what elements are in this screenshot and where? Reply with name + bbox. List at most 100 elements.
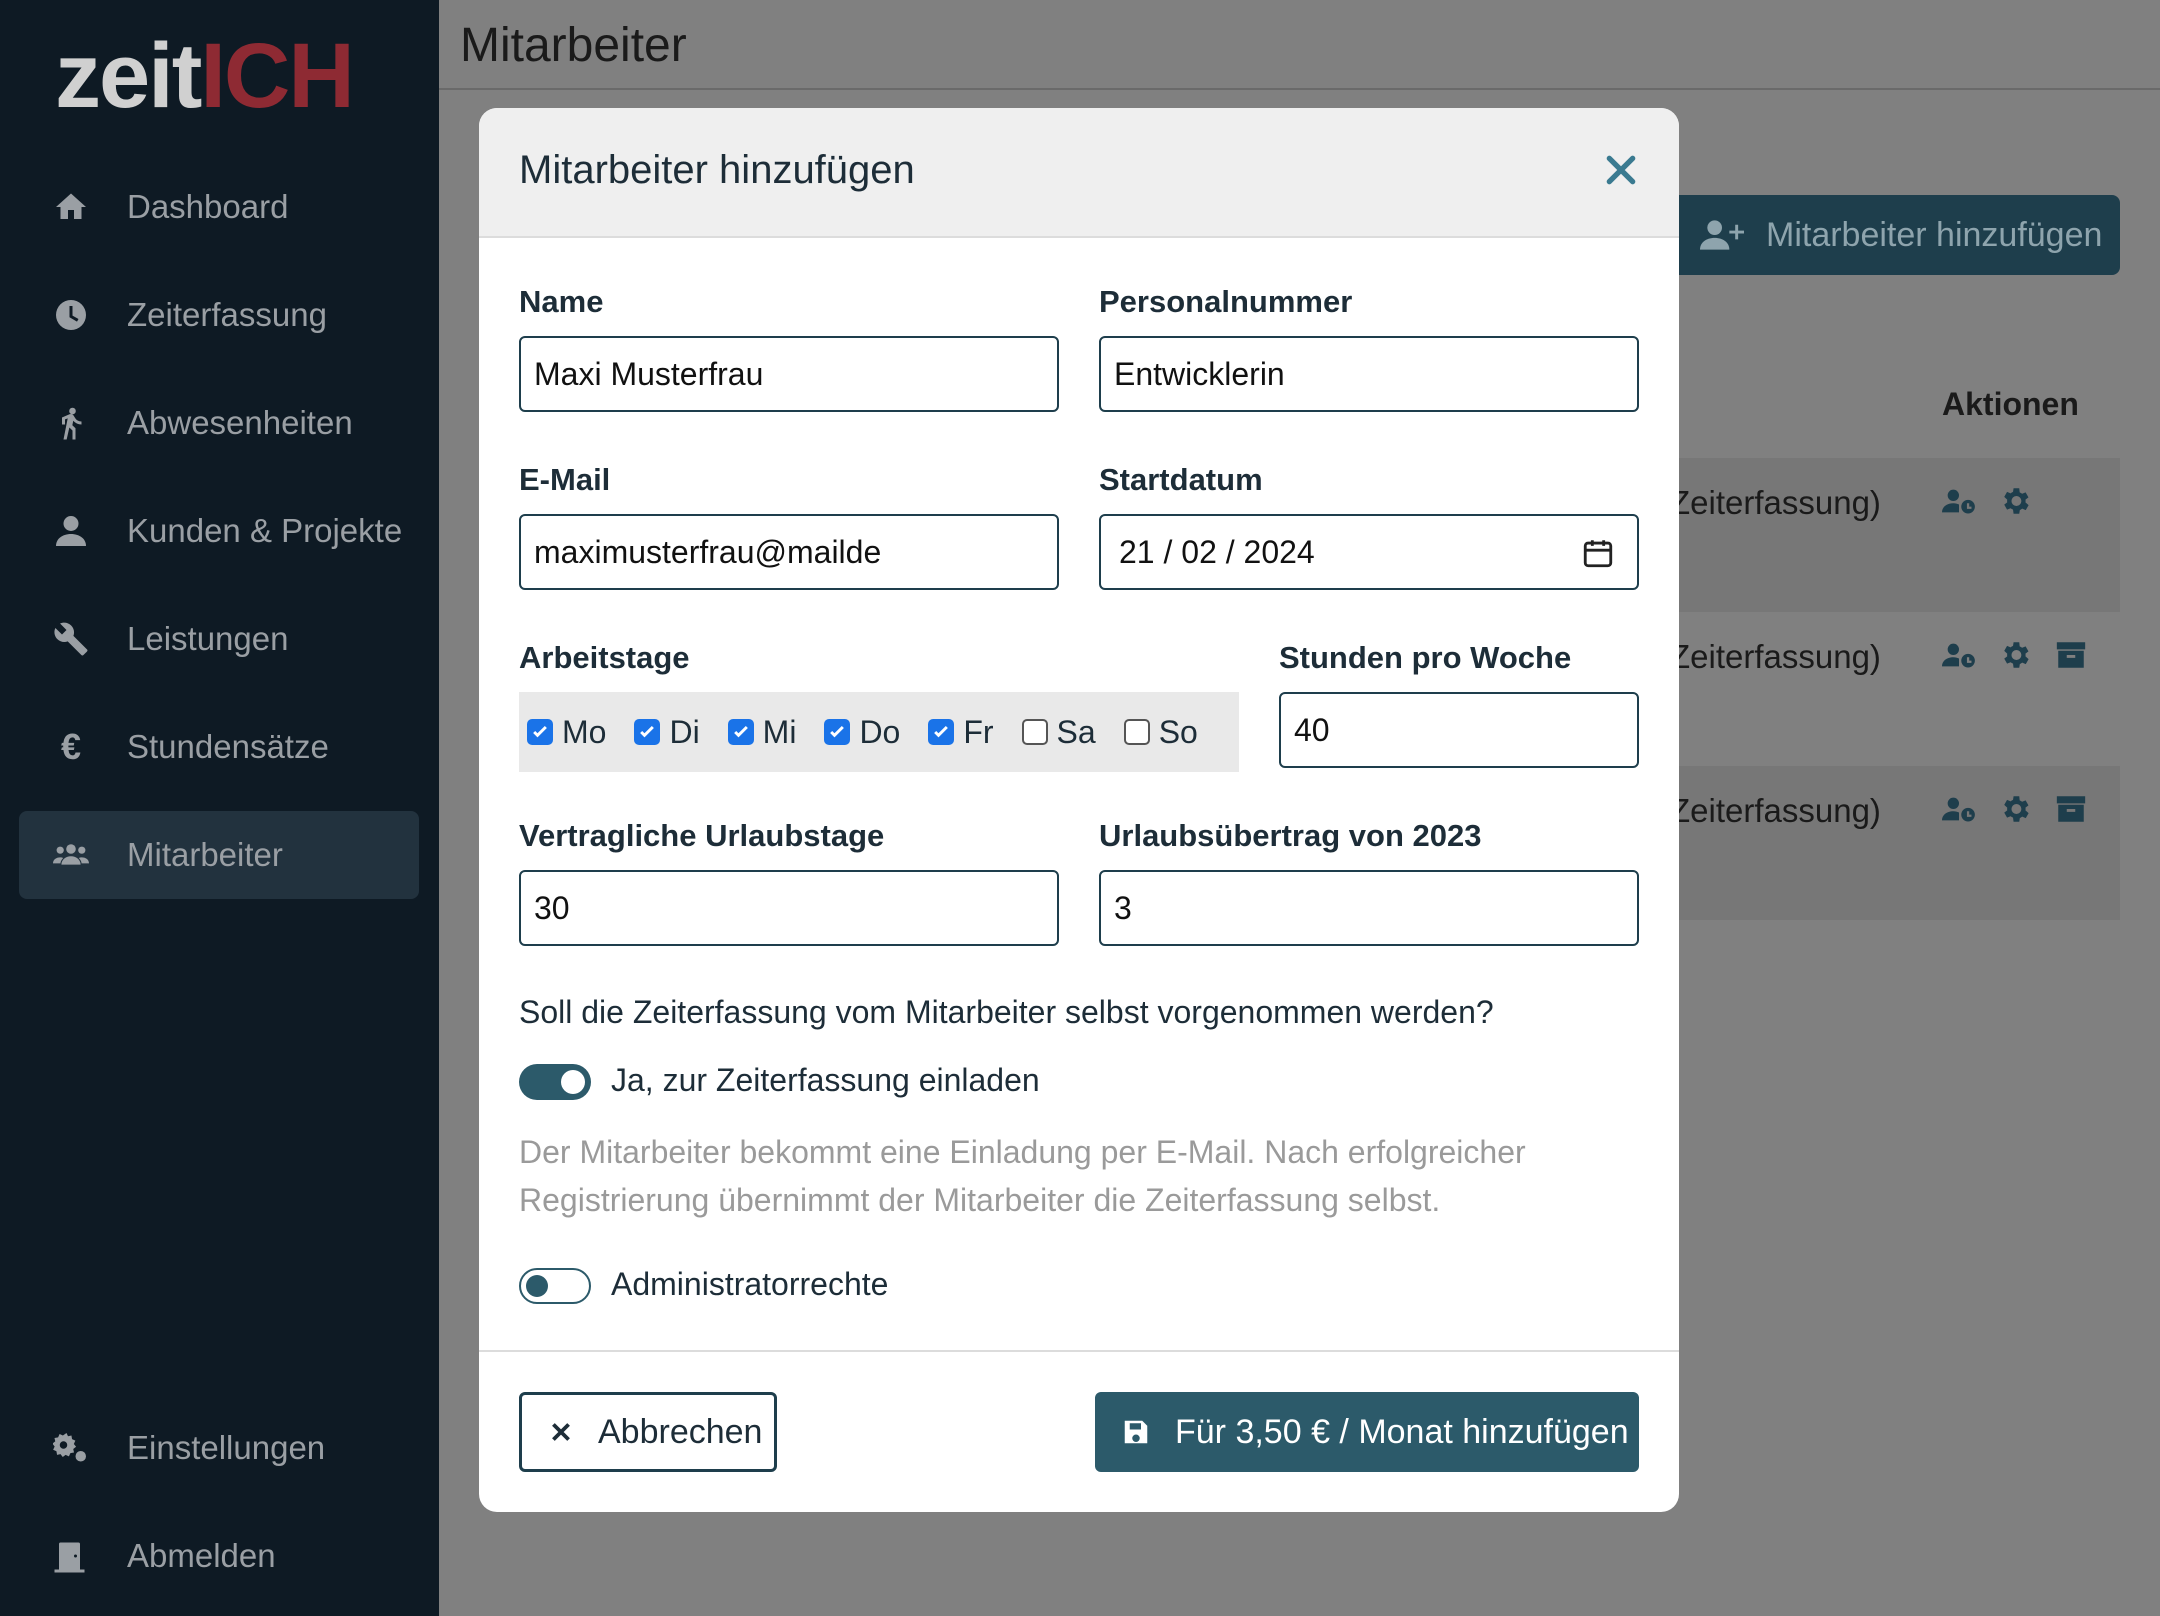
arbeitstage-label: Arbeitstage xyxy=(519,640,690,675)
euro-icon: € xyxy=(60,726,82,767)
checkbox-unchecked[interactable] xyxy=(1123,719,1150,745)
day-checkbox-mo[interactable]: Mo xyxy=(527,714,606,751)
name-field[interactable]: Maxi Musterfrau xyxy=(519,336,1059,412)
sidebar-item-einstellungen[interactable]: Einstellungen xyxy=(19,1404,419,1492)
door-icon xyxy=(49,1538,93,1574)
day-label: Sa xyxy=(1056,713,1096,750)
sidebar-item-abwesenheiten[interactable]: Abwesenheiten xyxy=(19,379,419,467)
day-label: So xyxy=(1158,713,1198,750)
admin-toggle[interactable] xyxy=(519,1268,591,1304)
sidebar-item-label: Einstellungen xyxy=(127,1429,326,1466)
toggle-knob xyxy=(561,1070,585,1094)
self-tracking-question: Soll die Zeiterfassung vom Mitarbeiter s… xyxy=(519,994,1494,1030)
sidebar-item-label: Leistungen xyxy=(127,620,289,657)
modal-header: Mitarbeiter hinzufügen xyxy=(479,108,1679,238)
help-line: Registrierung übernimmt der Mitarbeiter … xyxy=(519,1182,1441,1218)
sidebar-item-stundensaetze[interactable]: € Stundensätze xyxy=(19,703,419,791)
gear-icon[interactable] xyxy=(1998,484,2032,518)
close-icon xyxy=(552,1423,570,1441)
sidebar-item-leistungen[interactable]: Leistungen xyxy=(19,595,419,683)
day-checkbox-mi[interactable]: Mi xyxy=(727,713,797,751)
users-icon xyxy=(49,837,93,873)
day-checkbox-sa[interactable]: Sa xyxy=(1021,713,1096,751)
startdatum-field[interactable]: 21 / 02 / 2024 xyxy=(1099,514,1639,590)
actions-column-header: Aktionen xyxy=(1942,386,2079,422)
invite-toggle[interactable] xyxy=(519,1064,591,1100)
admin-toggle-label: Administratorrechte xyxy=(611,1266,889,1302)
urlaubsuebertrag-field[interactable]: 3 xyxy=(1099,870,1639,946)
toggle-knob xyxy=(526,1275,548,1297)
floppy-disk-icon xyxy=(1124,1420,1148,1444)
sidebar-item-label: Abwesenheiten xyxy=(127,404,353,441)
checkbox-checked[interactable] xyxy=(527,719,553,745)
wrench-icon xyxy=(49,621,93,657)
close-icon[interactable] xyxy=(1601,150,1641,190)
calendar-icon[interactable] xyxy=(1581,536,1615,570)
checkbox-checked[interactable] xyxy=(928,719,955,745)
stunden-field[interactable]: 40 xyxy=(1279,692,1639,768)
checkbox-checked[interactable] xyxy=(634,719,661,745)
user-clock-icon[interactable] xyxy=(1942,792,1976,826)
urlaubsuebertrag-label: Urlaubsübertrag von 2023 xyxy=(1099,818,1482,853)
main-header xyxy=(439,0,2160,90)
day-label: Fr xyxy=(963,713,994,750)
gear-icon[interactable] xyxy=(1998,792,2032,826)
sidebar-item-label: Stundensätze xyxy=(127,728,329,765)
personalnummer-field[interactable]: Entwicklerin xyxy=(1099,336,1639,412)
day-label: Do xyxy=(859,713,901,750)
startdatum-value: 21 / 02 / 2024 xyxy=(1119,533,1315,570)
workdays-group: Mo Di Mi Do Fr Sa So xyxy=(519,692,1239,772)
cancel-button-label: Abbrechen xyxy=(598,1412,763,1451)
user-clock-icon[interactable] xyxy=(1942,638,1976,672)
day-checkbox-so[interactable]: So xyxy=(1123,713,1198,751)
urlaubstage-label: Vertragliche Urlaubstage xyxy=(519,818,885,853)
logo-text-zeit: zeit xyxy=(55,25,202,127)
urlaubstage-field[interactable]: 30 xyxy=(519,870,1059,946)
sidebar-item-label: Mitarbeiter xyxy=(127,836,283,873)
name-label: Name xyxy=(519,284,604,319)
gear-icon[interactable] xyxy=(1998,638,2032,672)
day-label: Di xyxy=(669,713,700,750)
user-clock-icon[interactable] xyxy=(1942,484,1976,518)
checkbox-unchecked[interactable] xyxy=(1021,719,1048,745)
email-field[interactable]: maximusterfrau@mailde xyxy=(519,514,1059,590)
walking-icon xyxy=(49,405,93,441)
sidebar-item-dashboard[interactable]: Dashboard xyxy=(19,163,419,251)
app-logo: zeitICH xyxy=(55,30,355,122)
clock-icon xyxy=(49,297,93,333)
day-checkbox-do[interactable]: Do xyxy=(824,714,900,751)
sidebar-item-label: Kunden & Projekte xyxy=(127,512,403,549)
sidebar-item-label: Dashboard xyxy=(127,188,289,225)
archive-icon[interactable] xyxy=(2054,792,2088,826)
save-button[interactable]: Für 3,50 € / Monat hinzufügen xyxy=(1095,1392,1639,1472)
home-icon xyxy=(49,189,93,225)
day-checkbox-di[interactable]: Di xyxy=(634,713,700,751)
sidebar-item-label: Zeiterfassung xyxy=(127,296,327,333)
sidebar-item-zeiterfassung[interactable]: Zeiterfassung xyxy=(19,271,419,359)
day-label: Mi xyxy=(762,713,797,750)
checkbox-checked[interactable] xyxy=(824,719,851,745)
cancel-button[interactable]: Abbrechen xyxy=(519,1392,777,1472)
table-row: Zeiterfassung) xyxy=(1670,612,2120,766)
archive-icon[interactable] xyxy=(2054,638,2088,672)
stunden-label: Stunden pro Woche xyxy=(1279,640,1572,675)
gears-icon xyxy=(49,1430,93,1466)
add-employee-modal: Mitarbeiter hinzufügen Name Maxi Musterf… xyxy=(479,108,1679,1512)
sidebar-item-kunden-projekte[interactable]: Kunden & Projekte xyxy=(19,487,419,575)
table-row: Zeiterfassung) xyxy=(1670,458,2120,612)
email-label: E-Mail xyxy=(519,462,611,497)
sidebar-item-abmelden[interactable]: Abmelden xyxy=(19,1512,419,1600)
page-title: Mitarbeiter xyxy=(460,19,687,72)
save-button-label: Für 3,50 € / Monat hinzufügen xyxy=(1175,1412,1629,1451)
checkbox-checked[interactable] xyxy=(727,719,754,745)
startdatum-label: Startdatum xyxy=(1099,462,1263,497)
user-icon xyxy=(49,513,93,549)
row-text: Zeiterfassung) xyxy=(1670,484,1881,521)
add-employee-button[interactable]: Mitarbeiter hinzufügen xyxy=(1670,195,2120,275)
day-checkbox-fr[interactable]: Fr xyxy=(928,713,994,751)
sidebar-item-mitarbeiter[interactable]: Mitarbeiter xyxy=(19,811,419,899)
row-text: Zeiterfassung) xyxy=(1670,792,1881,829)
logo-text-ich: ICH xyxy=(200,25,354,127)
modal-title: Mitarbeiter hinzufügen xyxy=(519,148,915,192)
personalnummer-label: Personalnummer xyxy=(1099,284,1353,319)
